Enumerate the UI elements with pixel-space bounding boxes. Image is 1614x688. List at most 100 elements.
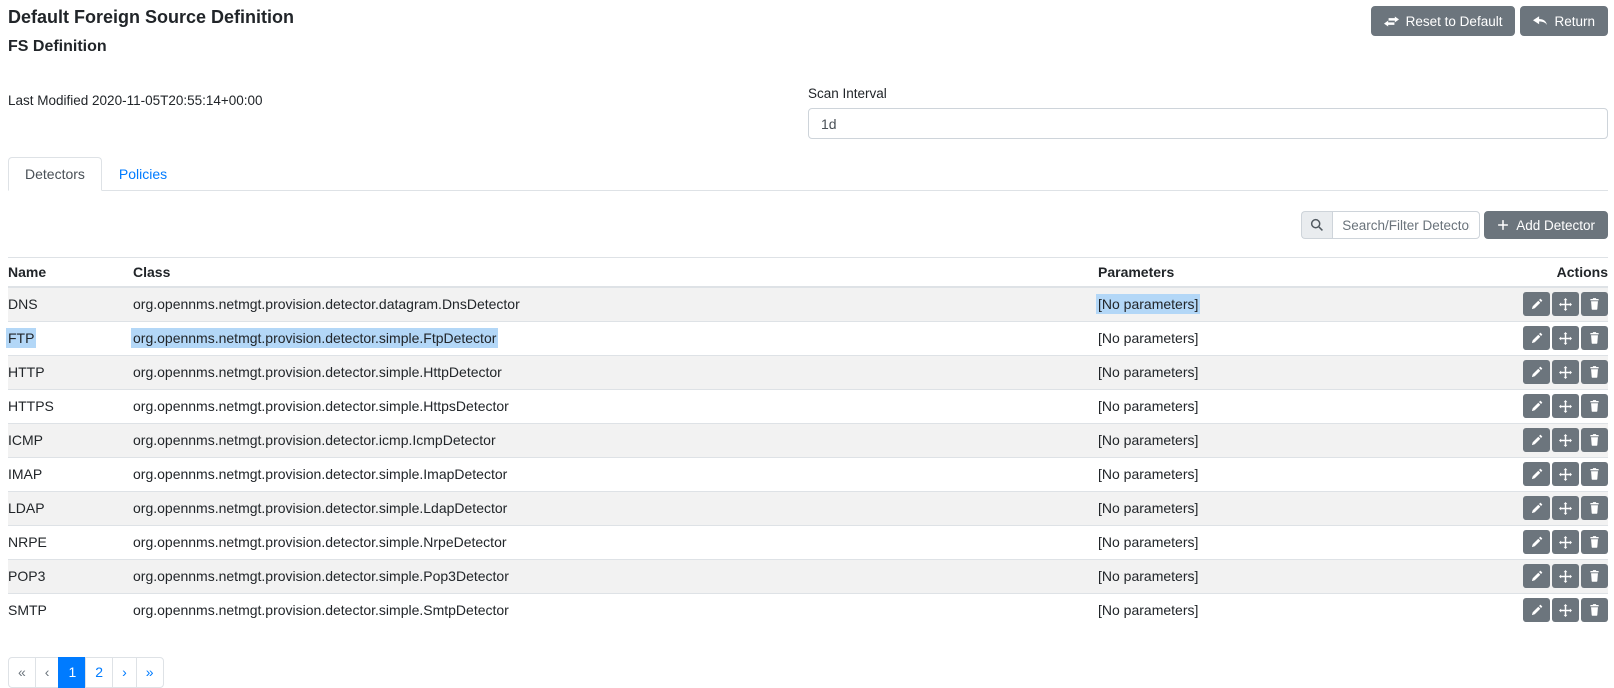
scan-interval-input[interactable] — [808, 108, 1608, 139]
pencil-icon — [1531, 536, 1543, 548]
edit-detector-button[interactable] — [1523, 598, 1550, 622]
detector-parameters: [No parameters] — [1098, 534, 1198, 550]
delete-detector-button[interactable] — [1581, 496, 1608, 520]
table-row: ICMP org.opennms.netmgt.provision.detect… — [8, 423, 1608, 457]
edit-detector-button[interactable] — [1523, 530, 1550, 554]
move-arrows-icon — [1559, 604, 1572, 617]
table-body: DNS org.opennms.netmgt.provision.detecto… — [8, 287, 1608, 627]
pencil-icon — [1531, 570, 1543, 582]
detector-class: org.opennms.netmgt.provision.detector.si… — [133, 466, 507, 482]
tab-detectors[interactable]: Detectors — [8, 157, 102, 191]
tab-policies[interactable]: Policies — [102, 157, 184, 191]
last-modified-text: Last Modified 2020-11-05T20:55:14+00:00 — [8, 86, 808, 139]
detector-class: org.opennms.netmgt.provision.detector.da… — [133, 296, 520, 312]
pencil-icon — [1531, 332, 1543, 344]
column-header-parameters: Parameters — [1098, 258, 1478, 288]
detector-parameters: [No parameters] — [1098, 500, 1198, 516]
table-row: FTP org.opennms.netmgt.provision.detecto… — [8, 321, 1608, 355]
scan-interval-label: Scan Interval — [808, 86, 1608, 101]
magnifier-icon — [1310, 218, 1324, 232]
move-arrows-icon — [1559, 298, 1572, 311]
delete-detector-button[interactable] — [1581, 462, 1608, 486]
pencil-icon — [1531, 434, 1543, 446]
pencil-icon — [1531, 400, 1543, 412]
delete-detector-button[interactable] — [1581, 326, 1608, 350]
detector-parameters: [No parameters] — [1098, 330, 1198, 346]
delete-detector-button[interactable] — [1581, 394, 1608, 418]
trash-icon — [1589, 400, 1600, 412]
detector-name: POP3 — [8, 568, 45, 584]
column-header-class: Class — [133, 258, 1098, 288]
detector-parameters: [No parameters] — [1098, 364, 1198, 380]
tab-bar: Detectors Policies — [8, 157, 1608, 191]
move-arrows-icon — [1559, 366, 1572, 379]
move-arrows-icon — [1559, 502, 1572, 515]
add-detector-button[interactable]: Add Detector — [1484, 211, 1608, 239]
move-arrows-icon — [1559, 570, 1572, 583]
trash-icon — [1589, 434, 1600, 446]
move-arrows-icon — [1559, 332, 1572, 345]
trash-icon — [1589, 298, 1600, 310]
detector-name: HTTP — [8, 364, 45, 380]
reset-to-default-button[interactable]: Reset to Default — [1371, 6, 1516, 36]
detectors-table: Name Class Parameters Actions DNS org.op… — [8, 257, 1608, 627]
search-input[interactable] — [1332, 211, 1480, 239]
edit-detector-button[interactable] — [1523, 462, 1550, 486]
move-detector-button[interactable] — [1552, 598, 1579, 622]
move-detector-button[interactable] — [1552, 326, 1579, 350]
edit-detector-button[interactable] — [1523, 292, 1550, 316]
edit-detector-button[interactable] — [1523, 496, 1550, 520]
return-button[interactable]: Return — [1520, 6, 1608, 36]
detector-class: org.opennms.netmgt.provision.detector.si… — [131, 328, 498, 348]
move-detector-button[interactable] — [1552, 394, 1579, 418]
trash-icon — [1589, 332, 1600, 344]
detector-class: org.opennms.netmgt.provision.detector.ic… — [133, 432, 496, 448]
move-detector-button[interactable] — [1552, 292, 1579, 316]
retweet-icon — [1384, 16, 1399, 27]
move-detector-button[interactable] — [1552, 530, 1579, 554]
trash-icon — [1589, 502, 1600, 514]
move-arrows-icon — [1559, 536, 1572, 549]
add-detector-label: Add Detector — [1516, 218, 1595, 233]
detector-name: LDAP — [8, 500, 45, 516]
edit-detector-button[interactable] — [1523, 360, 1550, 384]
trash-icon — [1589, 366, 1600, 378]
delete-detector-button[interactable] — [1581, 530, 1608, 554]
trash-icon — [1589, 604, 1600, 616]
edit-detector-button[interactable] — [1523, 428, 1550, 452]
detector-class: org.opennms.netmgt.provision.detector.si… — [133, 602, 509, 618]
detector-name: DNS — [8, 296, 38, 312]
table-row: DNS org.opennms.netmgt.provision.detecto… — [8, 287, 1608, 321]
detector-class: org.opennms.netmgt.provision.detector.si… — [133, 534, 507, 550]
page-subtitle: FS Definition — [8, 37, 294, 57]
table-row: NRPE org.opennms.netmgt.provision.detect… — [8, 525, 1608, 559]
move-detector-button[interactable] — [1552, 564, 1579, 588]
page-title: Default Foreign Source Definition — [8, 6, 294, 28]
pencil-icon — [1531, 468, 1543, 480]
move-detector-button[interactable] — [1552, 428, 1579, 452]
detector-parameters: [No parameters] — [1098, 398, 1198, 414]
edit-detector-button[interactable] — [1523, 326, 1550, 350]
table-row: HTTP org.opennms.netmgt.provision.detect… — [8, 355, 1608, 389]
move-detector-button[interactable] — [1552, 462, 1579, 486]
table-row: POP3 org.opennms.netmgt.provision.detect… — [8, 559, 1608, 593]
detector-class: org.opennms.netmgt.provision.detector.si… — [133, 568, 509, 584]
delete-detector-button[interactable] — [1581, 360, 1608, 384]
detector-parameters: [No parameters] — [1098, 432, 1198, 448]
delete-detector-button[interactable] — [1581, 598, 1608, 622]
move-detector-button[interactable] — [1552, 496, 1579, 520]
return-label: Return — [1554, 14, 1595, 29]
detector-name: SMTP — [8, 602, 47, 618]
search-addon — [1301, 211, 1332, 239]
edit-detector-button[interactable] — [1523, 394, 1550, 418]
delete-detector-button[interactable] — [1581, 292, 1608, 316]
detector-name: ICMP — [8, 432, 43, 448]
detector-parameters: [No parameters] — [1098, 568, 1198, 584]
detector-name: FTP — [6, 328, 36, 348]
move-detector-button[interactable] — [1552, 360, 1579, 384]
delete-detector-button[interactable] — [1581, 428, 1608, 452]
page-header: Default Foreign Source Definition FS Def… — [8, 0, 1608, 57]
table-row: IMAP org.opennms.netmgt.provision.detect… — [8, 457, 1608, 491]
edit-detector-button[interactable] — [1523, 564, 1550, 588]
delete-detector-button[interactable] — [1581, 564, 1608, 588]
